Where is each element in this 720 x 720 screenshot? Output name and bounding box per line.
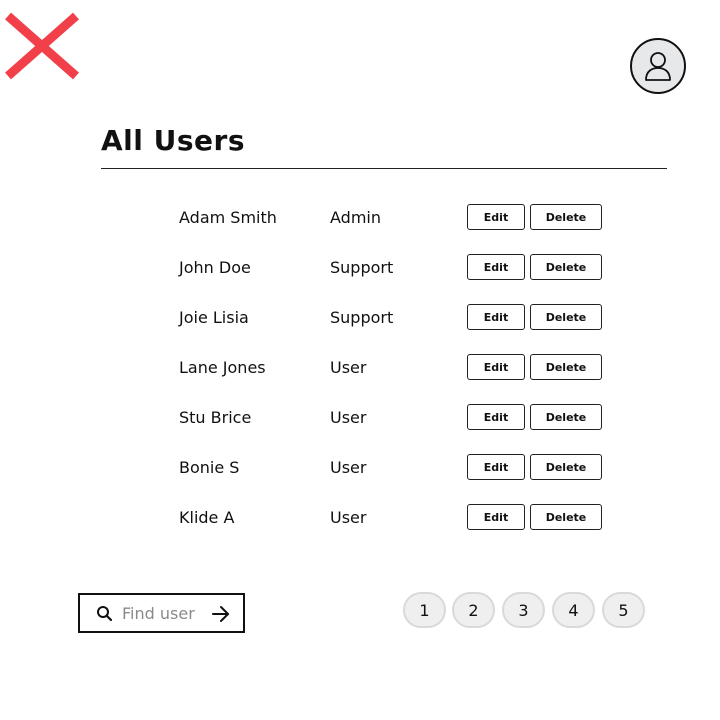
delete-button[interactable]: Delete xyxy=(530,504,602,530)
list-item: Stu Brice User Edit Delete xyxy=(178,404,608,434)
avatar[interactable] xyxy=(630,38,686,94)
search-input[interactable] xyxy=(122,602,206,624)
user-icon xyxy=(645,52,671,81)
user-role: User xyxy=(330,408,367,427)
delete-button[interactable]: Delete xyxy=(530,354,602,380)
edit-button[interactable]: Edit xyxy=(467,304,525,330)
page-title: All Users xyxy=(101,124,245,157)
delete-button[interactable]: Delete xyxy=(530,204,602,230)
edit-button[interactable]: Edit xyxy=(467,404,525,430)
user-role: User xyxy=(330,458,367,477)
user-role: Support xyxy=(330,308,394,327)
edit-button[interactable]: Edit xyxy=(467,504,525,530)
page-button-5[interactable]: 5 xyxy=(602,592,645,628)
search-box xyxy=(78,593,245,633)
user-name: Stu Brice xyxy=(179,408,252,427)
user-name: Adam Smith xyxy=(179,208,277,227)
user-role: User xyxy=(330,358,367,377)
edit-button[interactable]: Edit xyxy=(467,454,525,480)
user-name: Joie Lisia xyxy=(179,308,249,327)
page-button-4[interactable]: 4 xyxy=(552,592,595,628)
list-item: Lane Jones User Edit Delete xyxy=(178,354,608,384)
list-item: Joie Lisia Support Edit Delete xyxy=(178,304,608,334)
user-role: Support xyxy=(330,258,394,277)
page-button-1[interactable]: 1 xyxy=(403,592,446,628)
page-button-3[interactable]: 3 xyxy=(502,592,545,628)
list-item: Adam Smith Admin Edit Delete xyxy=(178,204,608,234)
user-role: Admin xyxy=(330,208,381,227)
user-name: Klide A xyxy=(179,508,235,527)
delete-button[interactable]: Delete xyxy=(530,404,602,430)
list-item: Bonie S User Edit Delete xyxy=(178,454,608,484)
edit-button[interactable]: Edit xyxy=(467,254,525,280)
list-item: Klide A User Edit Delete xyxy=(178,504,608,534)
delete-button[interactable]: Delete xyxy=(530,454,602,480)
page-button-2[interactable]: 2 xyxy=(452,592,495,628)
search-icon xyxy=(96,605,114,627)
user-name: John Doe xyxy=(179,258,251,277)
arrow-right-icon[interactable] xyxy=(210,603,232,625)
user-name: Lane Jones xyxy=(179,358,266,377)
user-role: User xyxy=(330,508,367,527)
title-divider xyxy=(101,168,667,169)
user-name: Bonie S xyxy=(179,458,240,477)
edit-button[interactable]: Edit xyxy=(467,354,525,380)
close-icon[interactable] xyxy=(2,10,82,82)
list-item: John Doe Support Edit Delete xyxy=(178,254,608,284)
delete-button[interactable]: Delete xyxy=(530,304,602,330)
edit-button[interactable]: Edit xyxy=(467,204,525,230)
delete-button[interactable]: Delete xyxy=(530,254,602,280)
